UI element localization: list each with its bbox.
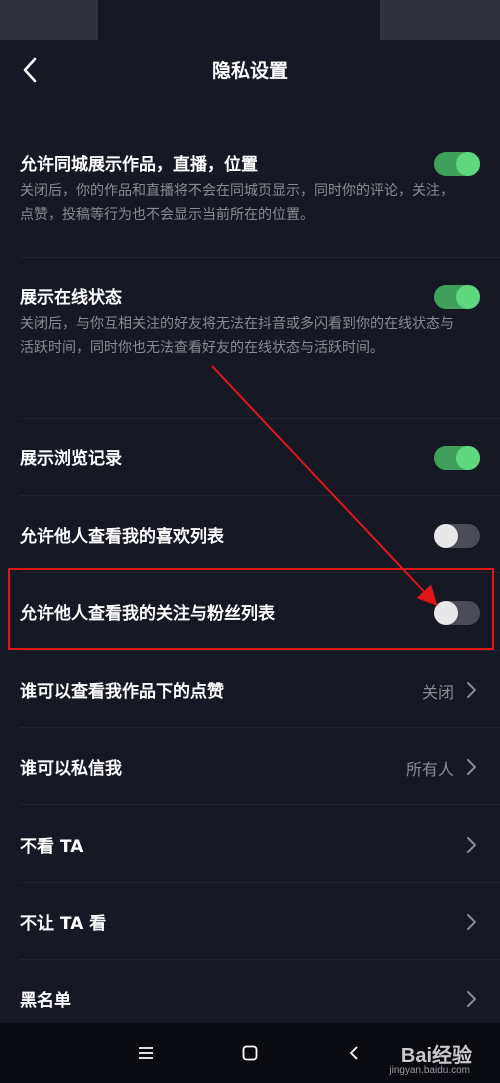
toggle-knob [434,524,458,548]
setting-row-private-message[interactable]: 谁可以私信我 所有人 [0,754,500,780]
setting-title: 不让 TA 看 [20,914,107,934]
status-time-blurred [0,0,98,40]
page-title: 隐私设置 [211,60,288,82]
header: 隐私设置 [0,42,500,100]
toggle-knob [456,446,480,470]
setting-row-nearby: 允许同城展示作品，直播，位置 关闭后，你的作品和直播将不会在同城页显示，同时你的… [0,150,500,227]
watermark-url: jingyan.baidu.com [389,1065,470,1076]
status-bar [0,0,500,42]
browse-history-toggle[interactable] [434,446,480,470]
setting-title: 不看 TA [20,837,84,857]
setting-title: 谁可以查看我作品下的点赞 [20,682,224,702]
toggle-knob [456,285,480,309]
setting-row-work-likes[interactable]: 谁可以查看我作品下的点赞 关闭 [0,677,500,703]
status-icons-blurred [380,0,500,40]
divider [20,882,500,883]
setting-row-likes-list: 允许他人查看我的喜欢列表 [0,522,500,548]
setting-row-online-status: 展示在线状态 关闭后，与你互相关注的好友将无法在抖音或多闪看到你的在线状态与活跃… [0,283,500,360]
chevron-right-icon [467,682,476,698]
divider [20,418,500,419]
setting-value: 关闭 [421,683,454,702]
divider [20,804,500,805]
chevron-right-icon [467,759,476,775]
home-button[interactable] [236,1039,264,1067]
setting-row-dont-see[interactable]: 不看 TA [0,832,500,858]
setting-description: 关闭后，与你互相关注的好友将无法在抖音或多闪看到你的在线状态与活跃时间，同时你也… [20,316,454,356]
setting-title: 展示在线状态 [20,288,122,308]
setting-row-browse-history: 展示浏览记录 [0,444,500,470]
home-square-icon [242,1045,258,1061]
setting-title: 允许他人查看我的喜欢列表 [20,527,224,547]
setting-description: 关闭后，你的作品和直播将不会在同城页显示，同时你的评论，关注，点赞，投稿等行为也… [20,183,454,223]
setting-row-hide-from[interactable]: 不让 TA 看 [0,909,500,935]
setting-title: 允许同城展示作品，直播，位置 [20,155,258,175]
divider [20,650,500,651]
back-triangle-icon [349,1046,358,1060]
system-nav-bar: Bai经验 jingyan.baidu.com [0,1023,500,1083]
divider [20,959,500,960]
setting-row-blacklist[interactable]: 黑名单 [0,986,500,1012]
divider [20,495,500,496]
divider [20,727,500,728]
chevron-right-icon [467,991,476,1007]
system-back-button[interactable] [340,1039,368,1067]
nearby-toggle[interactable] [434,152,480,176]
chevron-right-icon [467,914,476,930]
toggle-knob [456,152,480,176]
annotation-highlight-box [8,568,494,650]
online-status-toggle[interactable] [434,285,480,309]
likes-list-toggle[interactable] [434,524,480,548]
menu-icon [139,1047,153,1059]
recent-apps-button[interactable] [132,1039,160,1067]
watermark-logo: Bai经验 [400,1045,472,1067]
setting-value: 所有人 [405,760,454,779]
setting-title: 黑名单 [20,991,71,1011]
chevron-right-icon [467,837,476,853]
divider [20,257,500,258]
setting-title: 展示浏览记录 [20,449,122,469]
